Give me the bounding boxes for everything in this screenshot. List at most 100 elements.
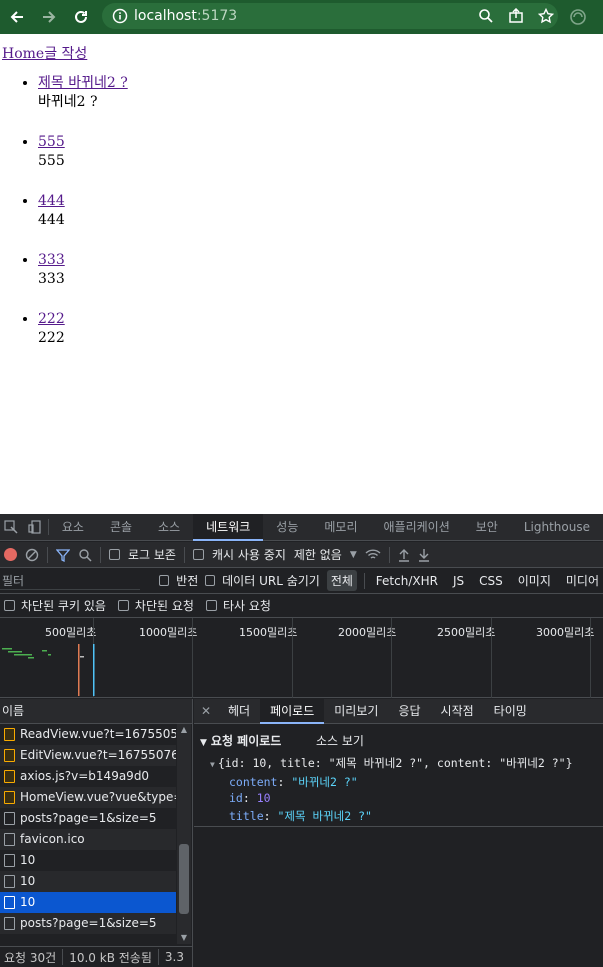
tab-initiator[interactable]: 시작점 bbox=[431, 699, 484, 724]
hide-data-urls-checkbox[interactable] bbox=[205, 575, 216, 586]
post-title-link[interactable]: 222 bbox=[38, 311, 65, 327]
timeline-gridline bbox=[192, 618, 193, 698]
page-content: Home글 작성 제목 바뀌네2 ?바뀌네2 ? 555555 444444 3… bbox=[0, 34, 603, 514]
home-link[interactable]: Home bbox=[2, 46, 44, 62]
import-har-icon[interactable] bbox=[398, 548, 410, 562]
tab-console[interactable]: 콘솔 bbox=[97, 514, 145, 541]
table-row[interactable]: axios.js?v=b149a9d0 bbox=[0, 766, 176, 787]
network-conditions-icon[interactable] bbox=[365, 548, 381, 562]
close-icon[interactable]: ✕ bbox=[194, 704, 218, 718]
tab-sources[interactable]: 소스 bbox=[145, 514, 193, 541]
filter-bar: 필터 반전 데이터 URL 숨기기 전체 Fetch/XHR JS CSS 이미… bbox=[0, 568, 603, 594]
devtools-tabbar: 요소 콘솔 소스 네트워크 성능 메모리 애플리케이션 보안 Lighthous… bbox=[0, 513, 603, 541]
post-title-link[interactable]: 333 bbox=[38, 252, 65, 268]
address-bar[interactable]: localhost:5173 bbox=[102, 3, 558, 29]
invert-checkbox[interactable] bbox=[159, 575, 170, 586]
tab-payload[interactable]: 페이로드 bbox=[260, 698, 325, 724]
blocked-requests-label: 차단된 요청 bbox=[134, 599, 194, 613]
filter-input[interactable]: 필터 bbox=[0, 571, 141, 590]
table-row[interactable]: 10 bbox=[0, 871, 176, 892]
chevron-down-icon[interactable]: ▼ bbox=[350, 550, 357, 560]
device-toggle-icon[interactable] bbox=[22, 520, 48, 534]
throttle-select[interactable]: 제한 없음 bbox=[294, 546, 342, 563]
request-list-scrollbar[interactable]: ▲ ▼ bbox=[177, 724, 191, 944]
network-status-bar: 요청 30건 10.0 kB 전송됨 3.3 bbox=[0, 946, 193, 967]
tab-application[interactable]: 애플리케이션 bbox=[371, 514, 463, 541]
network-overview-timeline[interactable]: 500밀리초 1000밀리초 1500밀리초 2000밀리초 2500밀리초 3… bbox=[0, 618, 603, 698]
document-file-icon bbox=[4, 917, 15, 930]
extension-icon[interactable] bbox=[567, 6, 589, 28]
type-filter-all[interactable]: 전체 bbox=[326, 570, 357, 591]
export-har-icon[interactable] bbox=[418, 548, 430, 562]
type-filter-fetch-xhr[interactable]: Fetch/XHR bbox=[372, 572, 442, 590]
type-filter-css[interactable]: CSS bbox=[475, 572, 507, 590]
divider bbox=[100, 546, 101, 563]
reload-icon[interactable] bbox=[68, 4, 94, 30]
post-title-link[interactable]: 제목 바뀌네2 ? bbox=[38, 75, 128, 91]
name-column-header[interactable]: 이름 bbox=[0, 699, 192, 724]
triangle-down-icon: ▼ bbox=[200, 738, 207, 748]
preserve-log-checkbox[interactable] bbox=[109, 549, 120, 560]
tab-performance[interactable]: 성능 bbox=[263, 514, 311, 541]
tab-memory[interactable]: 메모리 bbox=[311, 514, 370, 541]
inspect-icon[interactable] bbox=[0, 520, 22, 534]
table-row-selected[interactable]: 10 bbox=[0, 892, 176, 913]
document-file-icon bbox=[4, 854, 15, 867]
tab-preview[interactable]: 미리보기 bbox=[324, 699, 388, 724]
zoom-icon[interactable] bbox=[478, 8, 494, 24]
table-row[interactable]: posts?page=1&size=5 bbox=[0, 808, 176, 829]
scroll-down-icon[interactable]: ▼ bbox=[177, 932, 191, 944]
payload-section-header[interactable]: ▼ 요청 페이로드 bbox=[200, 732, 281, 749]
tab-lighthouse[interactable]: Lighthouse bbox=[511, 514, 603, 541]
property-value: "제목 바뀌네2 ?" bbox=[277, 809, 372, 823]
tab-network[interactable]: 네트워크 bbox=[193, 513, 264, 541]
tab-response[interactable]: 응답 bbox=[388, 699, 430, 724]
triangle-down-icon: ▼ bbox=[210, 760, 215, 769]
back-icon[interactable] bbox=[4, 4, 30, 30]
filter-icon[interactable] bbox=[56, 548, 70, 562]
write-link[interactable]: 글 작성 bbox=[44, 46, 87, 62]
document-file-icon bbox=[4, 833, 15, 846]
script-file-icon bbox=[4, 728, 15, 741]
type-filter-image[interactable]: 이미지 bbox=[514, 570, 555, 591]
payload-property: id: 10 bbox=[229, 791, 271, 805]
view-source-link[interactable]: 소스 보기 bbox=[316, 732, 364, 749]
third-party-checkbox[interactable] bbox=[205, 600, 217, 611]
payload-object-summary[interactable]: ▼ {id: 10, title: "제목 바뀌네2 ?", content: "… bbox=[210, 755, 573, 771]
clear-icon[interactable] bbox=[25, 548, 39, 562]
table-row[interactable]: posts?page=1&size=5 bbox=[0, 913, 176, 934]
post-title-link[interactable]: 555 bbox=[38, 134, 65, 150]
blocked-requests-checkbox[interactable] bbox=[117, 600, 129, 611]
type-filter-js[interactable]: JS bbox=[449, 572, 468, 590]
search-icon[interactable] bbox=[78, 548, 92, 562]
table-row[interactable]: 10 bbox=[0, 850, 176, 871]
network-toolbar: 로그 보존 캐시 사용 중지 제한 없음 ▼ bbox=[0, 542, 603, 568]
timeline-gridline bbox=[292, 618, 293, 698]
site-info-icon[interactable] bbox=[112, 8, 128, 24]
record-button[interactable] bbox=[4, 548, 17, 561]
tab-security[interactable]: 보안 bbox=[463, 514, 511, 541]
table-row[interactable]: HomeView.vue?vue&type=sty bbox=[0, 787, 176, 808]
bookmark-star-icon[interactable] bbox=[538, 8, 554, 24]
request-name: HomeView.vue?vue&type=sty bbox=[20, 790, 176, 804]
table-row[interactable]: ReadView.vue?t=1675505946 bbox=[0, 724, 176, 745]
tab-elements[interactable]: 요소 bbox=[49, 514, 97, 541]
disable-cache-checkbox[interactable] bbox=[192, 549, 204, 560]
post-title-link[interactable]: 444 bbox=[38, 193, 65, 209]
list-item: 222222 bbox=[38, 310, 128, 348]
scroll-up-icon[interactable]: ▲ bbox=[177, 724, 191, 736]
share-icon[interactable] bbox=[508, 8, 524, 24]
list-item: 제목 바뀌네2 ? 바뀌네2 ? bbox=[38, 74, 128, 112]
post-content: 바뀌네2 ? bbox=[38, 94, 98, 110]
script-file-icon bbox=[4, 770, 15, 783]
scrollbar-thumb[interactable] bbox=[179, 844, 189, 914]
blocked-cookies-checkbox[interactable] bbox=[4, 600, 15, 611]
tab-timing[interactable]: 타이밍 bbox=[484, 699, 537, 724]
type-filter-media[interactable]: 미디어 bbox=[562, 570, 603, 591]
tab-headers[interactable]: 헤더 bbox=[218, 699, 260, 724]
timeline-tick-label: 500밀리초 bbox=[45, 626, 97, 639]
request-name: 10 bbox=[20, 853, 36, 867]
forward-icon[interactable] bbox=[36, 4, 62, 30]
table-row[interactable]: EditView.vue?t=1675507654 bbox=[0, 745, 176, 766]
table-row[interactable]: favicon.ico bbox=[0, 829, 176, 850]
